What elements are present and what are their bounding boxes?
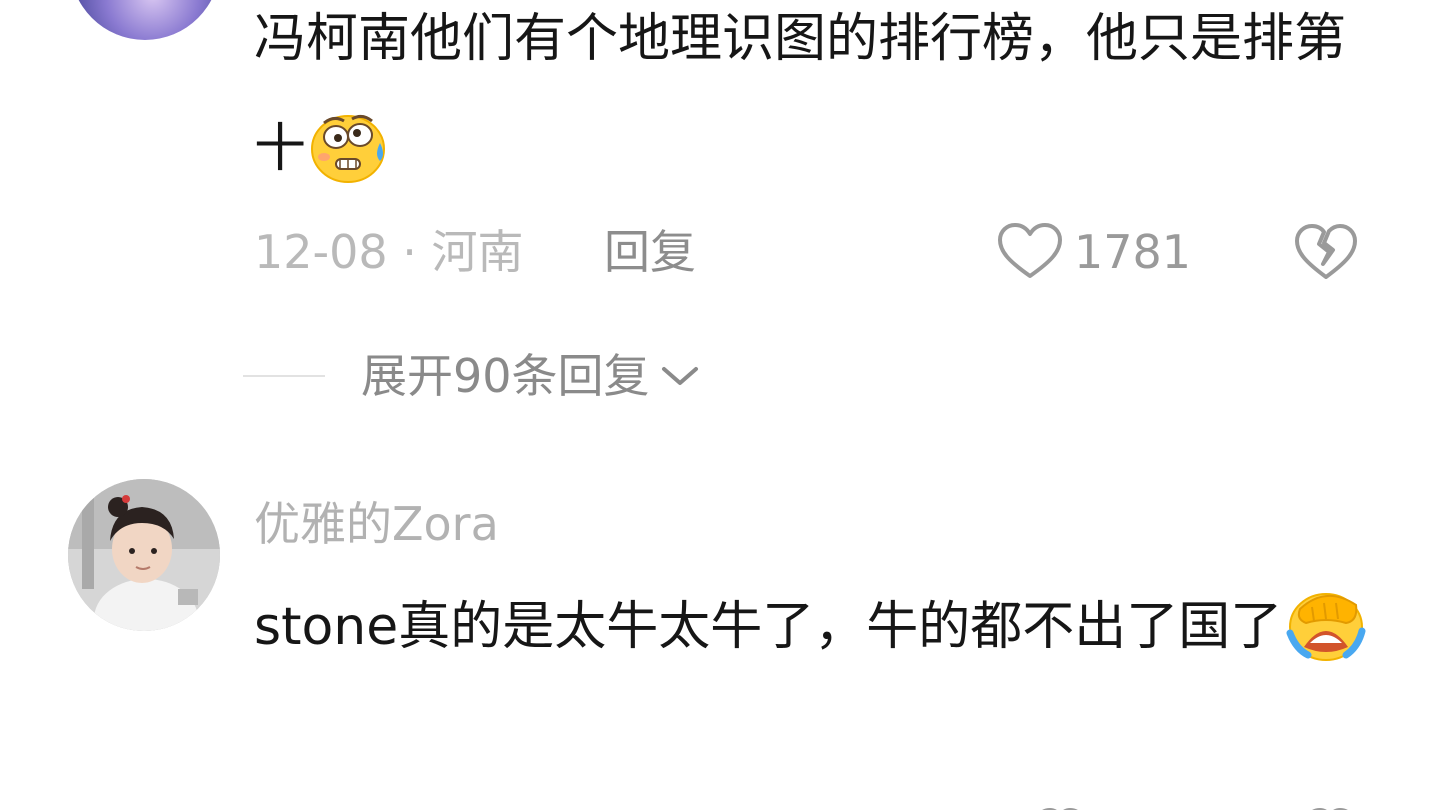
- comment-body[interactable]: 冯柯南他们有个地理识图的排行榜，他只是排第十: [254, 0, 1384, 204]
- chevron-down-icon: [658, 361, 702, 391]
- dislike-button[interactable]: [1292, 222, 1360, 282]
- comment-text: 冯柯南他们有个地理识图的排行榜，他只是排第十: [254, 9, 1347, 179]
- expand-replies-button[interactable]: 展开90条回复: [243, 346, 702, 406]
- heart-outline-icon: [998, 223, 1062, 278]
- avatar[interactable]: [68, 479, 220, 631]
- like-button[interactable]: 1781: [996, 222, 1191, 282]
- woozy-sweat-emoji: [311, 114, 386, 183]
- avatar[interactable]: [70, 0, 220, 40]
- comment-body[interactable]: stone真的是太牛太牛了，牛的都不出了国了: [254, 572, 1384, 682]
- comment-meta: 12-08 · 河南 回复 1781: [254, 222, 1374, 282]
- facepalm-crying-emoji: [1286, 593, 1366, 661]
- comment-list: 冯柯南他们有个地理识图的排行榜，他只是排第十 12-08 · 河南 回复 178…: [0, 0, 1440, 810]
- comment-text: stone真的是太牛太牛了，牛的都不出了国了: [254, 597, 1283, 657]
- reply-button[interactable]: 回复: [604, 222, 696, 282]
- heart-outline-icon: [1042, 807, 1078, 810]
- like-count: 1781: [1074, 225, 1192, 279]
- expand-replies-label: 展开90条回复: [361, 349, 650, 403]
- comment-time-location: 12-08 · 河南: [254, 225, 524, 279]
- divider: [243, 375, 325, 377]
- broken-heart-icon: [1312, 807, 1348, 810]
- avatar-photo: [68, 479, 220, 631]
- username[interactable]: 优雅的Zora: [254, 494, 499, 554]
- broken-heart-icon: [1295, 224, 1357, 279]
